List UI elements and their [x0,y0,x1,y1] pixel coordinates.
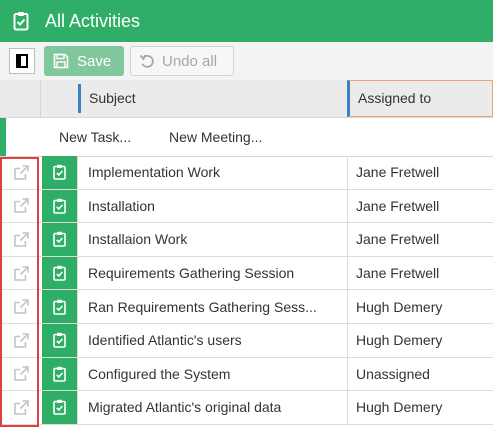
external-link-icon[interactable] [0,290,42,323]
cell-subject[interactable]: Ran Requirements Gathering Sess... [77,290,347,323]
cell-subject[interactable]: Installaion Work [77,223,347,256]
table-row[interactable]: Requirements Gathering Session Jane Fretw… [0,256,493,291]
task-clipboard-icon [42,391,77,424]
cell-subject[interactable]: Identified Atlantic's users [77,323,347,357]
new-row-accent [0,118,6,156]
cell-assigned-to[interactable]: Hugh Demery [347,290,493,323]
cell-subject[interactable]: Implementation Work [77,156,347,189]
task-clipboard-icon [42,323,77,357]
table-row[interactable]: Ran Requirements Gathering Sess... Hugh D… [0,290,493,324]
cell-assigned-to[interactable]: Jane Fretwell [347,156,493,189]
title-bar: All Activities [0,0,493,42]
task-clipboard-icon [42,189,77,223]
cell-assigned-to[interactable]: Jane Fretwell [347,189,493,223]
cell-assigned-to[interactable]: Hugh Demery [347,391,493,424]
table-row[interactable]: Migrated Atlantic's original data Hugh De… [0,391,493,425]
cell-assigned-to[interactable]: Unassigned [347,357,493,391]
clipboard-check-icon [13,12,29,31]
task-clipboard-icon [42,290,77,323]
sidebar-toggle-icon [16,54,28,68]
grid-header: Subject Assigned to [0,80,493,118]
column-header-subject[interactable]: Subject [78,84,136,113]
toolbar: Save Undo all [0,42,493,81]
floppy-disk-icon [53,53,69,69]
undo-label: Undo all [162,52,218,70]
new-meeting-link[interactable]: New Meeting... [169,118,262,156]
task-clipboard-icon [42,256,77,290]
column-header-assigned-to[interactable]: Assigned to [347,80,493,117]
external-link-icon[interactable] [0,190,42,223]
cell-subject[interactable]: Migrated Atlantic's original data [77,391,347,424]
external-link-icon[interactable] [0,257,42,290]
save-button[interactable]: Save [44,46,124,76]
sidebar-toggle-button[interactable] [9,48,35,74]
table-row[interactable]: Installation Jane Fretwell [0,189,493,224]
table-row[interactable]: Configured the System Unassigned [0,357,493,392]
table-row[interactable]: Identified Atlantic's users Hugh Demery [0,323,493,358]
external-link-icon[interactable] [0,358,42,391]
new-item-row: New Task... New Meeting... [0,118,493,157]
cell-assigned-to[interactable]: Jane Fretwell [347,256,493,290]
activity-list: Implementation Work Jane Fretwell Installa… [0,156,493,425]
cell-subject[interactable]: Installation [77,189,347,223]
table-row[interactable]: Installaion Work Jane Fretwell [0,223,493,257]
cell-subject[interactable]: Requirements Gathering Session [77,256,347,290]
task-clipboard-icon [42,357,77,391]
external-link-icon[interactable] [0,156,42,189]
new-task-link[interactable]: New Task... [59,118,131,156]
external-link-icon[interactable] [0,223,42,256]
page-title: All Activities [45,10,141,31]
undo-all-button[interactable]: Undo all [130,46,234,76]
task-clipboard-icon [42,223,77,256]
external-link-icon[interactable] [0,324,42,357]
save-label: Save [77,52,112,70]
task-clipboard-icon [42,156,77,189]
cell-assigned-to[interactable]: Jane Fretwell [347,223,493,256]
cell-subject[interactable]: Configured the System [77,357,347,391]
table-row[interactable]: Implementation Work Jane Fretwell [0,156,493,190]
external-link-icon[interactable] [0,391,42,424]
undo-icon [139,54,154,68]
cell-assigned-to[interactable]: Hugh Demery [347,323,493,357]
header-selector-cell [0,80,41,117]
